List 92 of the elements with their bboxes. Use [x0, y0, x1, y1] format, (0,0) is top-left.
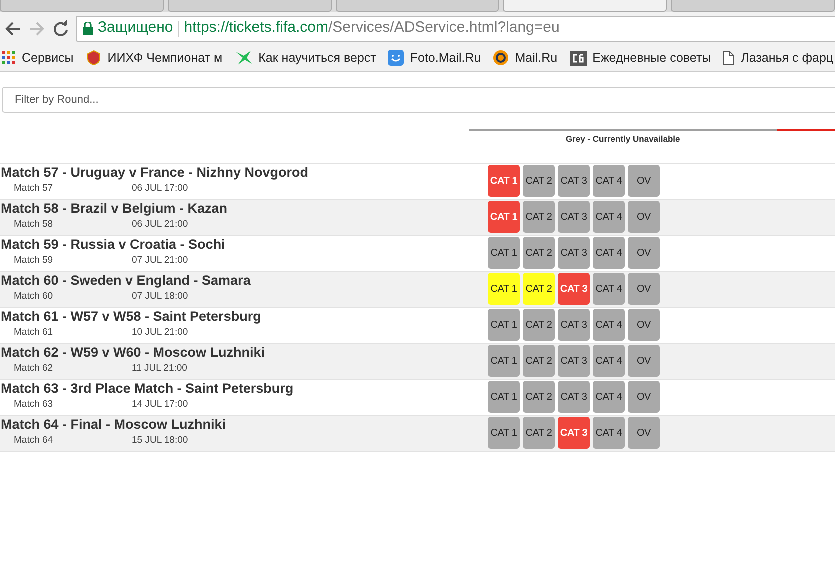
match-title: Match 60 - Sweden v England - Samara: [1, 272, 252, 290]
star-icon: [234, 50, 253, 66]
apps-grid-icon: [2, 51, 16, 65]
category-button[interactable]: CAT 2: [523, 345, 555, 377]
category-button[interactable]: CAT 2: [523, 381, 555, 413]
at-sign-icon: [493, 50, 510, 66]
category-button[interactable]: CAT 2: [523, 417, 555, 449]
category-button[interactable]: CAT 4: [593, 201, 625, 233]
category-button[interactable]: CAT 3: [558, 417, 590, 449]
match-date: 07 JUL 21:00: [132, 254, 188, 267]
match-number: Match 63: [14, 398, 54, 411]
smiley-icon: [388, 50, 404, 66]
category-button[interactable]: CAT 2: [523, 309, 555, 341]
match-title: Match 63 - 3rd Place Match - Saint Petersburg: [1, 380, 295, 398]
category-button[interactable]: OV: [628, 381, 660, 413]
browser-tab[interactable]: [671, 0, 835, 12]
url-text: https://tickets.fifa.com/Services/ADService.html?lang=eu: [184, 18, 560, 38]
bookmark-link[interactable]: ИИХФ Чемпионат м: [108, 48, 223, 68]
match-number: Match 62: [14, 362, 54, 375]
cb-logo-icon: [570, 50, 587, 66]
category-button[interactable]: OV: [628, 273, 660, 305]
match-number: Match 61: [14, 326, 54, 339]
address-bar[interactable]: Защищено https://tickets.fifa.com/Services/ADService.html?lang=eu: [76, 16, 835, 42]
category-button[interactable]: CAT 1: [488, 417, 520, 449]
category-button[interactable]: CAT 2: [523, 201, 555, 233]
category-button[interactable]: CAT 4: [593, 309, 625, 341]
bookmark-link[interactable]: Как научиться верст: [258, 48, 376, 68]
match-number: Match 58: [14, 218, 54, 231]
forward-icon[interactable]: [28, 20, 46, 38]
category-button[interactable]: OV: [628, 201, 660, 233]
browser-tab[interactable]: [503, 0, 668, 12]
category-button[interactable]: CAT 2: [523, 273, 555, 305]
match-title: Match 62 - W59 v W60 - Moscow Luzhniki: [1, 344, 266, 362]
crest-icon: [86, 50, 102, 66]
match-date: 11 JUL 21:00: [132, 362, 188, 375]
category-button[interactable]: CAT 3: [558, 381, 590, 413]
bookmark-link[interactable]: Foto.Mail.Ru: [410, 48, 482, 68]
match-number: Match 57: [14, 182, 54, 195]
bookmark-link[interactable]: Ежедневные советы: [592, 48, 712, 68]
category-button[interactable]: CAT 1: [488, 309, 520, 341]
category-button[interactable]: CAT 1: [488, 273, 520, 305]
category-button[interactable]: CAT 1: [488, 201, 520, 233]
lock-icon: [83, 22, 93, 35]
bookmark-link[interactable]: Сервисы: [22, 48, 74, 68]
document-icon: [723, 50, 736, 66]
reload-icon[interactable]: [52, 20, 70, 38]
category-button[interactable]: CAT 4: [593, 417, 625, 449]
category-button[interactable]: CAT 1: [488, 381, 520, 413]
category-button[interactable]: CAT 3: [558, 345, 590, 377]
match-date: 06 JUL 21:00: [132, 218, 188, 231]
legend-label: Grey - Currently Unavailable: [566, 133, 680, 146]
bookmark-link[interactable]: Mail.Ru: [515, 48, 558, 68]
match-date: 10 JUL 21:00: [132, 326, 188, 339]
match-number: Match 64: [14, 434, 54, 447]
category-button[interactable]: OV: [628, 345, 660, 377]
category-button[interactable]: CAT 4: [593, 381, 625, 413]
category-button[interactable]: CAT 2: [523, 237, 555, 269]
back-icon[interactable]: [4, 20, 22, 38]
category-button[interactable]: OV: [628, 165, 660, 197]
category-button[interactable]: OV: [628, 309, 660, 341]
match-title: Match 57 - Uruguay v France - Nizhny Novgorod: [1, 164, 310, 182]
category-button[interactable]: OV: [628, 417, 660, 449]
category-button[interactable]: CAT 3: [558, 165, 590, 197]
category-button[interactable]: CAT 1: [488, 237, 520, 269]
category-button[interactable]: OV: [628, 237, 660, 269]
secure-label: Защищено: [98, 18, 174, 38]
match-date: 15 JUL 18:00: [132, 434, 188, 447]
category-button[interactable]: CAT 4: [593, 165, 625, 197]
browser-tab[interactable]: [0, 0, 164, 12]
category-button[interactable]: CAT 2: [523, 165, 555, 197]
match-title: Match 61 - W57 v W58 - Saint Petersburg: [1, 308, 262, 326]
category-button[interactable]: CAT 3: [558, 237, 590, 269]
category-button[interactable]: CAT 4: [593, 273, 625, 305]
category-button[interactable]: CAT 3: [558, 201, 590, 233]
category-button[interactable]: CAT 4: [593, 237, 625, 269]
match-date: 07 JUL 18:00: [132, 290, 188, 303]
category-button[interactable]: CAT 3: [558, 309, 590, 341]
match-title: Match 64 - Final - Moscow Luzhniki: [1, 416, 228, 434]
match-date: 14 JUL 17:00: [132, 398, 188, 411]
category-button[interactable]: CAT 1: [488, 165, 520, 197]
match-date: 06 JUL 17:00: [132, 182, 188, 195]
category-button[interactable]: CAT 4: [593, 345, 625, 377]
browser-tab[interactable]: [336, 0, 500, 12]
match-title: Match 59 - Russia v Croatia - Sochi: [1, 236, 226, 254]
match-title: Match 58 - Brazil v Belgium - Kazan: [1, 200, 229, 218]
category-button[interactable]: CAT 3: [558, 273, 590, 305]
filter-field[interactable]: Filter by Round...: [2, 87, 835, 113]
category-button[interactable]: CAT 1: [488, 345, 520, 377]
match-number: Match 60: [14, 290, 54, 303]
browser-tab[interactable]: [168, 0, 332, 12]
bookmark-link[interactable]: Лазанья с фарц: [741, 48, 834, 68]
match-number: Match 59: [14, 254, 54, 267]
